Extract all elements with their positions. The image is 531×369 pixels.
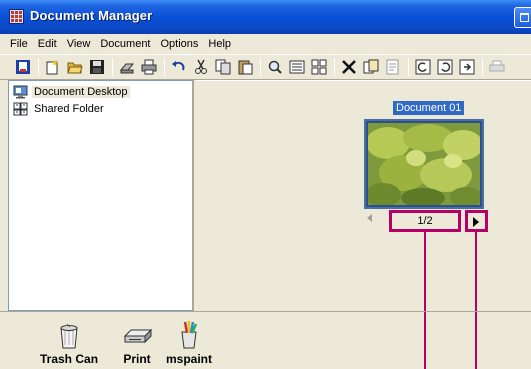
window-title: Document Manager <box>30 8 153 23</box>
print-icon[interactable] <box>140 58 158 76</box>
shared-folder-icon <box>13 102 28 115</box>
toolbar-separator <box>408 58 409 76</box>
printer-icon <box>123 328 153 344</box>
title-bar[interactable]: Document Manager <box>0 0 531 34</box>
tray-item-label: mspaint <box>166 352 213 366</box>
tree-item-label: Document Desktop <box>32 85 130 98</box>
next-page-icon[interactable] <box>458 58 476 76</box>
menu-file[interactable]: File <box>5 38 33 50</box>
tree-item-label: Shared Folder <box>34 102 104 115</box>
toolbar-separator <box>334 58 335 76</box>
toolbar-separator <box>38 58 39 76</box>
document-thumbnail[interactable] <box>364 119 484 209</box>
thumbnail-image <box>368 123 480 205</box>
scan-icon[interactable] <box>118 58 136 76</box>
maximize-button[interactable] <box>514 7 531 28</box>
toolbar-separator <box>260 58 261 76</box>
tray-item-trash-can[interactable]: Trash Can <box>40 320 98 366</box>
duplicate-icon[interactable] <box>362 58 380 76</box>
new-blue-icon[interactable] <box>14 58 32 76</box>
menu-edit[interactable]: Edit <box>33 38 62 50</box>
tree-item-shared-folder[interactable]: Shared Folder <box>13 100 106 117</box>
callout-line-next <box>475 232 477 312</box>
tray-item-mspaint[interactable]: mspaint <box>166 320 212 366</box>
cut-icon[interactable] <box>192 58 210 76</box>
printer-icon[interactable] <box>488 58 506 76</box>
menu-help[interactable]: Help <box>203 38 236 50</box>
callout-line-next <box>475 312 477 369</box>
desktop-icon <box>13 85 28 98</box>
next-arrow-icon <box>473 217 479 227</box>
rotate-left-icon[interactable] <box>414 58 432 76</box>
trash-can-icon <box>60 323 78 349</box>
next-page-button[interactable] <box>465 210 488 232</box>
bottom-tray: Trash Can Print mspaint <box>0 311 531 369</box>
page-indicator: 1/2 <box>389 210 461 232</box>
save-icon[interactable] <box>88 58 106 76</box>
tray-item-label: Print <box>123 352 151 366</box>
menu-options[interactable]: Options <box>156 38 204 50</box>
app-icon <box>9 9 24 24</box>
folder-tree[interactable]: Document Desktop Shared Folder <box>8 80 194 311</box>
previous-page-arrow-icon[interactable] <box>367 214 372 222</box>
properties-icon[interactable] <box>384 58 402 76</box>
toolbar-separator <box>482 58 483 76</box>
callout-line-page <box>424 312 426 369</box>
document-title[interactable]: Document 01 <box>393 101 465 115</box>
callout-line-page <box>424 232 426 312</box>
toolbar-separator <box>112 58 113 76</box>
zoom-icon[interactable] <box>266 58 284 76</box>
tray-item-label: Trash Can <box>40 352 99 366</box>
menu-bar: File Edit View Document Options Help <box>0 34 531 54</box>
open-icon[interactable] <box>66 58 84 76</box>
toolbar <box>0 54 531 80</box>
app-window: Document Manager File Edit View Document… <box>0 0 531 369</box>
paste-icon[interactable] <box>236 58 254 76</box>
details-icon[interactable] <box>288 58 306 76</box>
delete-icon[interactable] <box>340 58 358 76</box>
maximize-icon <box>520 13 529 22</box>
undo-icon[interactable] <box>170 58 188 76</box>
document-area[interactable]: Document 01 1/2 <box>196 80 531 312</box>
thumbnails-icon[interactable] <box>310 58 328 76</box>
menu-document[interactable]: Document <box>95 38 155 50</box>
toolbar-separator <box>164 58 165 76</box>
new-folder-icon[interactable] <box>44 58 62 76</box>
copy-icon[interactable] <box>214 58 232 76</box>
tray-item-print[interactable]: Print <box>121 320 153 366</box>
menu-view[interactable]: View <box>62 38 96 50</box>
rotate-right-icon[interactable] <box>436 58 454 76</box>
tree-item-document-desktop[interactable]: Document Desktop <box>13 83 130 100</box>
mspaint-icon <box>181 321 198 349</box>
